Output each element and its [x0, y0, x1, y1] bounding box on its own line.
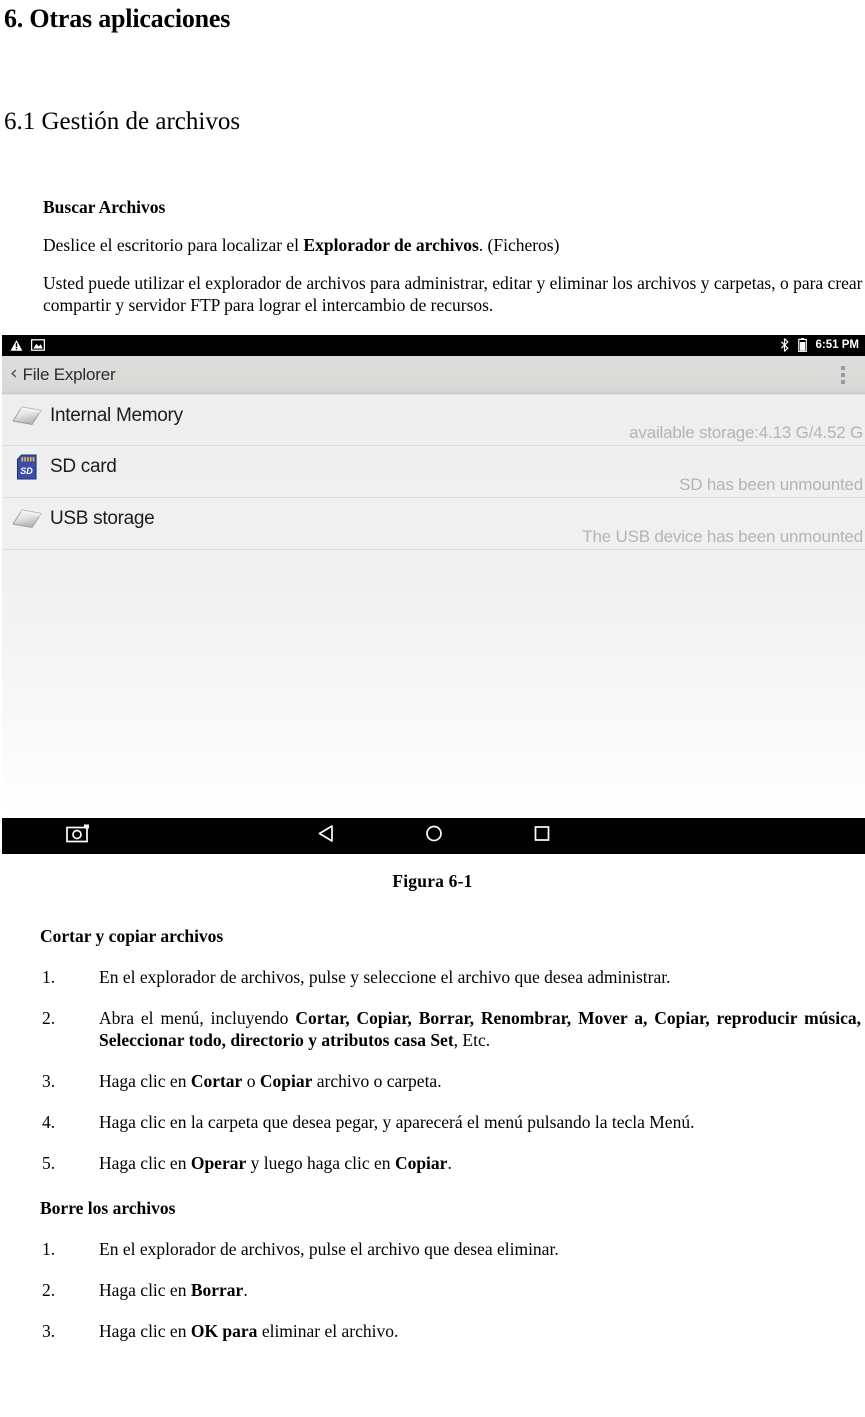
back-chevron-icon[interactable]: ‹	[8, 364, 23, 385]
battery-icon	[797, 338, 807, 353]
disk-icon	[10, 402, 44, 430]
status-bar-clock: 6:51 PM	[815, 339, 859, 352]
android-status-bar: 6:51 PM	[2, 334, 865, 356]
screenshot-camera-icon[interactable]	[66, 824, 92, 848]
step-number: 5.	[42, 1153, 56, 1174]
step-number: 1.	[42, 1239, 56, 1260]
device-screenshot: 6:51 PM ‹ File Explorer Internal Memory …	[2, 334, 865, 854]
intro-1-post: . (Ficheros)	[478, 234, 560, 255]
storage-status: SD has been unmounted	[679, 474, 863, 494]
storage-status: available storage:4.13 G/4.52 G	[629, 422, 863, 442]
instruction-sections: Cortar y copiar archivos 1. En el explora…	[2, 926, 863, 1342]
intro-paragraph-1: Deslice el escritorio para localizar el …	[2, 234, 863, 256]
section-heading: 6.1 Gestión de archivos	[4, 107, 241, 135]
svg-text:SD: SD	[20, 466, 33, 476]
step-text: Haga clic en Cortar o Copiar archivo o c…	[99, 1070, 442, 1091]
list-item-usb-storage[interactable]: USB storage The USB device has been unmo…	[2, 498, 865, 550]
storage-list: Internal Memory available storage:4.13 G…	[2, 393, 865, 818]
step-number: 2.	[42, 1280, 56, 1301]
empty-list-area	[2, 550, 865, 818]
figure-caption: Figura 6-1	[392, 870, 473, 891]
step-number: 3.	[42, 1321, 56, 1342]
list-item: 3. Haga clic en OK para eliminar el archi…	[40, 1320, 861, 1342]
storage-label: USB storage	[50, 507, 155, 529]
back-triangle-icon[interactable]	[318, 824, 335, 847]
intro-paragraph-2: Usted puede utilizar el explorador de ar…	[43, 273, 863, 316]
step-text: Haga clic en Borrar.	[99, 1280, 248, 1301]
step-text: En el explorador de archivos, pulse y se…	[99, 966, 671, 987]
warning-triangle-icon	[10, 339, 23, 351]
status-bar-right: 6:51 PM	[780, 338, 859, 353]
bluetooth-icon	[780, 338, 789, 353]
list-item: 4. Haga clic en la carpeta que desea pega…	[40, 1111, 861, 1133]
storage-label: SD card	[50, 455, 117, 477]
app-title: File Explorer	[22, 364, 116, 384]
list-item-sd-card[interactable]: SD SD card SD has been unmounted	[2, 446, 865, 498]
recents-square-icon[interactable]	[534, 825, 550, 846]
list-item: 1. En el explorador de archivos, pulse el…	[40, 1238, 861, 1260]
list-item: 2. Haga clic en Borrar.	[40, 1279, 861, 1301]
section-heading-cut-copy: Cortar y copiar archivos	[40, 925, 224, 946]
status-bar-left-icons	[10, 339, 45, 352]
disk-icon	[10, 505, 44, 533]
step-number: 3.	[42, 1070, 56, 1091]
section-heading-delete: Borre los archivos	[40, 1198, 176, 1219]
document-page: 6. Otras aplicaciones 6.1 Gestión de arc…	[0, 0, 865, 1342]
steps-list-cut-copy: 1. En el explorador de archivos, pulse y …	[2, 966, 863, 1174]
intro-1-pre: Deslice el escritorio para localizar el	[43, 234, 304, 255]
list-item: 1. En el explorador de archivos, pulse y …	[40, 966, 861, 988]
subsection-heading: Buscar Archivos	[43, 196, 166, 217]
intro-1-bold: Explorador de archivos	[303, 234, 479, 255]
step-number: 2.	[42, 1007, 56, 1028]
android-navigation-bar	[2, 817, 865, 854]
step-text: Haga clic en la carpeta que desea pegar,…	[99, 1112, 695, 1132]
list-item: 3. Haga clic en Cortar o Copiar archivo o…	[40, 1070, 861, 1092]
step-text: Haga clic en OK para eliminar el archivo…	[99, 1321, 399, 1342]
step-number: 4.	[42, 1112, 56, 1132]
chapter-heading: 6. Otras aplicaciones	[4, 4, 231, 33]
sd-card-icon: SD	[10, 453, 44, 481]
list-item: 2. Abra el menú, incluyendo Cortar, Copia…	[40, 1007, 861, 1051]
steps-list-delete: 1. En el explorador de archivos, pulse el…	[2, 1238, 863, 1342]
step-text: En el explorador de archivos, pulse el a…	[99, 1239, 559, 1260]
app-title-bar: ‹ File Explorer	[2, 355, 865, 394]
home-circle-icon[interactable]	[425, 824, 443, 847]
overflow-menu-icon[interactable]	[841, 365, 857, 384]
step-text: Haga clic en Operar y luego haga clic en…	[99, 1153, 452, 1174]
screenshot-image-icon	[31, 339, 45, 352]
storage-label: Internal Memory	[50, 404, 183, 426]
storage-status: The USB device has been unmounted	[582, 526, 863, 546]
heading-spacer	[2, 34, 863, 108]
list-item: 5. Haga clic en Operar y luego haga clic …	[40, 1152, 861, 1174]
step-number: 1.	[42, 966, 56, 987]
step-text: Abra el menú, incluyendo Cortar, Copiar,…	[99, 1007, 861, 1050]
list-item-internal-memory[interactable]: Internal Memory available storage:4.13 G…	[2, 393, 865, 446]
